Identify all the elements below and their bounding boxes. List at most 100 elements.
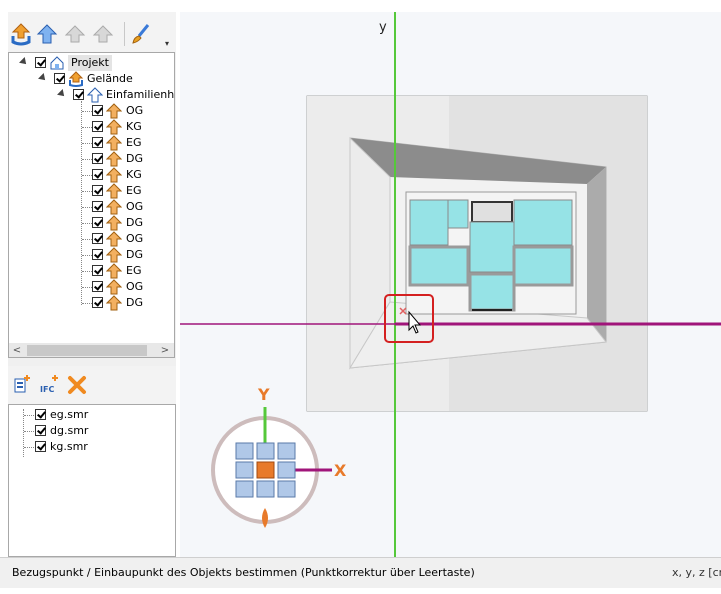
room (513, 199, 573, 246)
collapse-icon[interactable] (57, 89, 67, 99)
toolbar-overflow-icon[interactable]: ▾ (165, 40, 173, 48)
title-strip (0, 0, 721, 12)
gizmo-anchor-cell[interactable] (256, 480, 275, 498)
tree-checkbox[interactable] (92, 297, 103, 308)
tree-checkbox[interactable] (92, 233, 103, 244)
left-panel: ▾ Projekt Gelände Einfamilienh OG KG EG … (8, 12, 176, 557)
tree-guide (24, 447, 34, 448)
collapse-icon[interactable] (19, 57, 29, 67)
gizmo-anchor-cell[interactable] (277, 461, 296, 479)
tree-node-floor[interactable]: KG (9, 167, 174, 183)
tree-label: OG (126, 280, 144, 293)
tree-guide (82, 287, 92, 288)
tree-label: DG (126, 248, 143, 261)
brush-icon[interactable] (130, 22, 152, 46)
file-list-item[interactable]: eg.smr (9, 407, 174, 423)
project-home-icon[interactable] (10, 22, 32, 46)
tree-node-floor[interactable]: OG (9, 103, 174, 119)
scrollbar-thumb[interactable] (27, 345, 147, 356)
room (469, 221, 515, 273)
tree-label: Projekt (68, 55, 112, 71)
tree-horizontal-scrollbar[interactable]: < > (9, 343, 174, 357)
room (468, 272, 516, 312)
tree-checkbox[interactable] (73, 89, 84, 100)
tree-label: KG (126, 168, 142, 181)
tree-node-floor[interactable]: EG (9, 263, 174, 279)
tree-guide (82, 127, 92, 128)
file-list-item[interactable]: dg.smr (9, 423, 174, 439)
tree-guide (82, 159, 92, 160)
tree-guide (82, 255, 92, 256)
scroll-left-icon[interactable]: < (11, 345, 23, 356)
tree-node-floor[interactable]: KG (9, 119, 174, 135)
tree-label: DG (126, 296, 143, 309)
file-list-item[interactable]: kg.smr (9, 439, 174, 455)
tree-node-floor[interactable]: DG (9, 247, 174, 263)
tree-node-floor[interactable]: OG (9, 279, 174, 295)
tree-checkbox[interactable] (92, 153, 103, 164)
tree-checkbox[interactable] (35, 57, 46, 68)
gizmo-anchor-cell[interactable] (235, 442, 254, 460)
tree-checkbox[interactable] (92, 281, 103, 292)
tree-label: EG (126, 136, 142, 149)
tree-label: OG (126, 104, 144, 117)
level-up-icon[interactable] (36, 22, 58, 46)
ifc-label: IFC (40, 385, 55, 394)
tree-toolbar: ▾ (8, 12, 176, 52)
tree-guide (24, 415, 34, 416)
status-coordinates: x, y, z [cr (672, 566, 721, 579)
tree-checkbox[interactable] (92, 265, 103, 276)
move-down-disabled-icon (92, 22, 114, 46)
gizmo-anchor-cell[interactable] (235, 480, 254, 498)
tree-node-building[interactable]: Einfamilienhau (9, 87, 174, 103)
file-checkbox[interactable] (35, 441, 46, 452)
tree-label: DG (126, 152, 143, 165)
tree-checkbox[interactable] (92, 105, 103, 116)
tree-checkbox[interactable] (54, 73, 65, 84)
gizmo-x-label: X (334, 461, 347, 480)
gizmo-anchor-center[interactable] (256, 461, 275, 479)
tree-guide (82, 191, 92, 192)
tree-checkbox[interactable] (92, 169, 103, 180)
gizmo-anchor-cell[interactable] (256, 442, 275, 460)
cad-viewport[interactable]: y Y X (180, 12, 721, 557)
scroll-right-icon[interactable]: > (159, 345, 171, 356)
tree-guide (82, 303, 92, 304)
tree-checkbox[interactable] (92, 217, 103, 228)
tree-node-project[interactable]: Projekt (9, 55, 174, 71)
tree-node-site[interactable]: Gelände (9, 71, 174, 87)
tree-guide (82, 175, 92, 176)
gizmo-y-label: Y (257, 385, 270, 404)
gizmo-anchor-cell[interactable] (235, 461, 254, 479)
gizmo-anchor-grid[interactable] (235, 442, 296, 498)
add-ifc-icon[interactable]: IFC (38, 374, 64, 396)
tree-node-floor[interactable]: DG (9, 295, 174, 311)
floor-icon (105, 295, 123, 316)
tree-node-floor[interactable]: OG (9, 231, 174, 247)
tree-label: DG (126, 216, 143, 229)
delete-icon[interactable] (66, 374, 88, 396)
tree-checkbox[interactable] (92, 201, 103, 212)
file-name: dg.smr (50, 424, 89, 437)
tree-label: OG (126, 200, 144, 213)
file-checkbox[interactable] (35, 409, 46, 420)
tree-checkbox[interactable] (92, 185, 103, 196)
tree-checkbox[interactable] (92, 137, 103, 148)
tree-label: EG (126, 264, 142, 277)
tree-node-floor[interactable]: EG (9, 135, 174, 151)
tree-node-floor[interactable]: EG (9, 183, 174, 199)
tree-guide (24, 431, 34, 432)
tree-node-floor[interactable]: DG (9, 151, 174, 167)
gizmo-anchor-cell[interactable] (277, 480, 296, 498)
tree-node-floor[interactable]: OG (9, 199, 174, 215)
tree-guide (82, 207, 92, 208)
add-file-icon[interactable] (12, 374, 32, 396)
file-list: eg.smr dg.smr kg.smr (8, 404, 176, 557)
y-axis-label: y (379, 20, 387, 35)
tree-node-floor[interactable]: DG (9, 215, 174, 231)
file-checkbox[interactable] (35, 425, 46, 436)
gizmo-anchor-cell[interactable] (277, 442, 296, 460)
tree-checkbox[interactable] (92, 121, 103, 132)
collapse-icon[interactable] (38, 73, 48, 83)
tree-checkbox[interactable] (92, 249, 103, 260)
